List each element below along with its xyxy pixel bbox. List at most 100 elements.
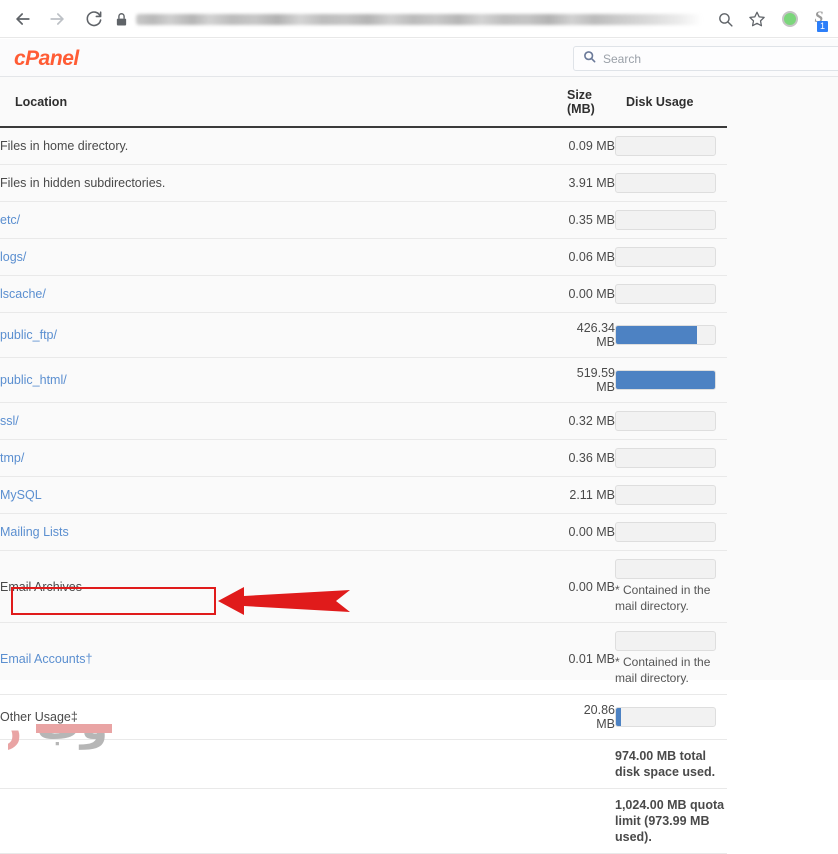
cell-location: tmp/	[0, 439, 567, 477]
table-row: tmp/0.36 MB	[0, 439, 727, 477]
cell-disk-usage	[615, 513, 727, 551]
cell-location: Mailing Lists	[0, 513, 567, 551]
table-body: Files in home directory. 0.09 MB Files in …	[0, 127, 727, 854]
disk-usage-page: Location Size (MB) Disk Usage Files in h…	[0, 77, 838, 854]
address-bar[interactable]	[105, 6, 712, 33]
cell-disk-usage	[615, 357, 727, 403]
table-head: Location Size (MB) Disk Usage	[0, 77, 727, 128]
cell-size: 0.00 MB	[567, 550, 615, 623]
table-row: Email Archives 0.00 MB * Contained in the …	[0, 550, 727, 623]
cell-location: public_ftp/	[0, 312, 567, 358]
location-label: Email Archives	[0, 579, 82, 594]
extension-badge-count: 1	[817, 21, 828, 32]
table-row: public_ftp/426.34 MB	[0, 312, 727, 358]
cell-empty	[0, 739, 567, 789]
cell-size: 0.01 MB	[567, 622, 615, 695]
cpanel-header: cPanel Search	[0, 39, 838, 77]
table-row: lscache/0.00 MB	[0, 275, 727, 313]
forward-button[interactable]	[42, 4, 72, 34]
cell-size: 519.59 MB	[567, 357, 615, 403]
disk-usage-bar	[615, 325, 716, 345]
cell-size: 0.06 MB	[567, 238, 615, 276]
cell-size: 0.32 MB	[567, 402, 615, 440]
cell-size: 20.86 MB	[567, 694, 615, 740]
cell-location: ssl/	[0, 402, 567, 440]
cell-size: 0.09 MB	[567, 127, 615, 165]
location-link[interactable]: public_html/	[0, 373, 67, 387]
cpanel-logo[interactable]: cPanel	[14, 47, 79, 71]
cell-empty	[0, 788, 567, 854]
disk-usage-table: Location Size (MB) Disk Usage Files in h…	[0, 77, 727, 854]
reload-icon	[84, 9, 103, 28]
disk-usage-bar	[615, 522, 716, 542]
cell-location: lscache/	[0, 275, 567, 313]
annotation-arrow-icon	[218, 585, 350, 617]
location-label: Files in home directory.	[0, 139, 129, 153]
disk-usage-bar-fill	[616, 326, 698, 344]
cell-disk-usage	[615, 402, 727, 440]
cell-size: 0.35 MB	[567, 201, 615, 239]
table-row: ssl/0.32 MB	[0, 402, 727, 440]
location-link[interactable]: MySQL	[0, 488, 42, 502]
cell-size: 3.91 MB	[567, 164, 615, 202]
cell-disk-usage	[615, 275, 727, 313]
disk-usage-bar-fill	[616, 708, 621, 726]
column-header-size-line2: (MB)	[567, 102, 595, 116]
cell-location: public_html/	[0, 357, 567, 403]
location-link[interactable]: public_ftp/	[0, 328, 57, 342]
table-row: Files in home directory. 0.09 MB	[0, 127, 727, 165]
location-link[interactable]: etc/	[0, 213, 20, 227]
disk-usage-bar-fill	[616, 371, 715, 389]
column-header-size: Size (MB)	[567, 77, 615, 128]
cell-size: 0.00 MB	[567, 275, 615, 313]
cell-disk-usage	[615, 238, 727, 276]
url-text[interactable]	[136, 14, 702, 25]
lock-icon	[115, 12, 128, 27]
cell-disk-usage	[615, 127, 727, 165]
search-icon	[583, 50, 596, 68]
cell-location: Email Accounts†	[0, 622, 567, 695]
reload-button[interactable]	[78, 4, 108, 34]
bookmark-star-icon[interactable]	[744, 6, 770, 32]
table-row: public_html/519.59 MB	[0, 357, 727, 403]
profile-avatar-icon[interactable]	[782, 11, 798, 27]
arrow-left-icon	[13, 9, 33, 29]
cpanel-search-box[interactable]: Search	[573, 46, 838, 71]
cell-location: Files in home directory.	[0, 127, 567, 165]
cell-disk-usage	[615, 439, 727, 477]
location-link[interactable]: ssl/	[0, 414, 19, 428]
cell-empty	[567, 788, 615, 854]
cell-disk-usage	[615, 312, 727, 358]
cell-empty	[567, 739, 615, 789]
zoom-search-icon[interactable]	[712, 6, 738, 32]
cell-disk-usage	[615, 164, 727, 202]
search-placeholder: Search	[603, 51, 642, 66]
disk-usage-bar	[615, 210, 716, 230]
disk-usage-bar	[615, 370, 716, 390]
disk-usage-total: 1,024.00 MB quota limit (973.99 MB used)…	[615, 788, 727, 854]
cell-disk-usage: * Contained in the mail directory.	[615, 622, 727, 695]
cell-disk-usage	[615, 201, 727, 239]
table-row: logs/0.06 MB	[0, 238, 727, 276]
table-header-row: Location Size (MB) Disk Usage	[0, 77, 727, 128]
back-button[interactable]	[8, 4, 38, 34]
disk-usage-bar	[615, 448, 716, 468]
disk-usage-footnote: * Contained in the mail directory.	[615, 583, 711, 613]
cell-disk-usage	[615, 694, 727, 740]
location-link[interactable]: logs/	[0, 250, 26, 264]
cell-location: Other Usage‡	[0, 694, 567, 740]
disk-usage-bar	[615, 247, 716, 267]
cell-size: 2.11 MB	[567, 476, 615, 514]
location-link[interactable]: tmp/	[0, 451, 24, 465]
disk-usage-bar	[615, 559, 716, 579]
location-link[interactable]: Email Accounts†	[0, 652, 92, 666]
cell-disk-usage	[615, 476, 727, 514]
location-link[interactable]: Mailing Lists	[0, 525, 69, 539]
table-row: etc/0.35 MB	[0, 201, 727, 239]
table-row: Other Usage‡ 20.86 MB	[0, 694, 727, 740]
disk-usage-bar	[615, 284, 716, 304]
cell-size: 0.36 MB	[567, 439, 615, 477]
cell-location: Files in hidden subdirectories.	[0, 164, 567, 202]
arrow-right-icon	[47, 9, 67, 29]
location-link[interactable]: lscache/	[0, 287, 46, 301]
